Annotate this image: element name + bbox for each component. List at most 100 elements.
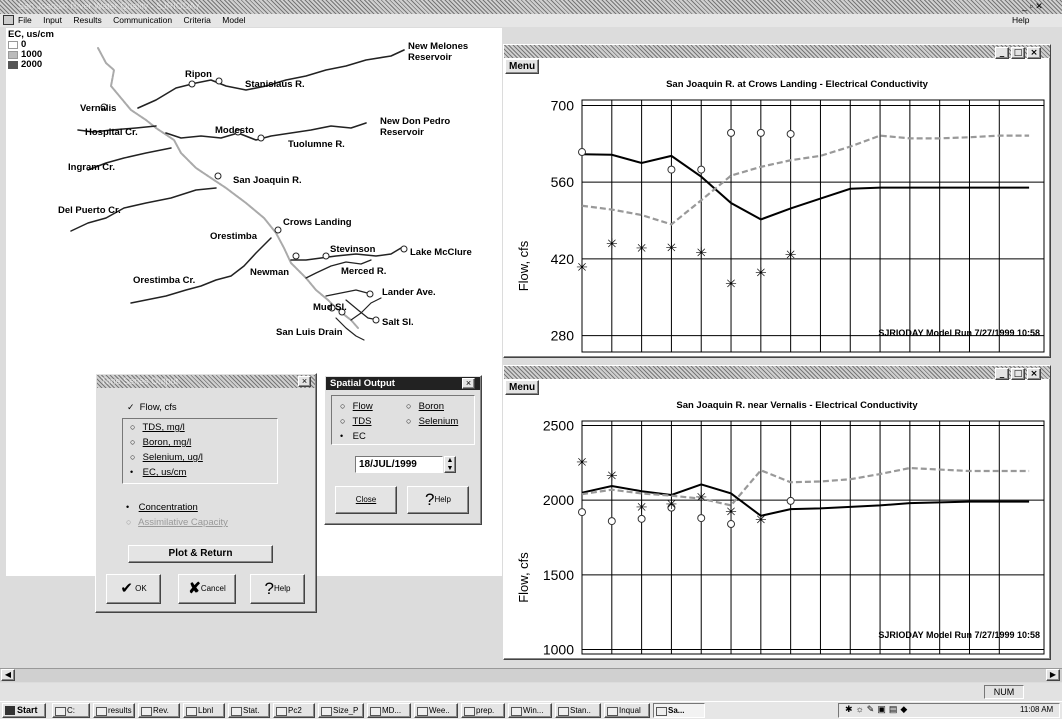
chart-title: San Joaquin R. at Crows Landing - Electr… [666, 79, 929, 90]
option-flow[interactable]: ✓ Flow, cfs [127, 402, 177, 413]
data-point-star: ✳ [695, 245, 707, 261]
windows-logo-icon [5, 706, 15, 715]
menu-model[interactable]: Model [222, 15, 245, 25]
spatial-close-x-button[interactable]: × [462, 378, 475, 389]
radio-icon: ○ [340, 401, 346, 411]
spatial-ec-label: EC [352, 431, 366, 442]
chart2-close-button[interactable]: × [1027, 368, 1041, 380]
task-2[interactable]: Rev. [138, 703, 180, 718]
menu-help[interactable]: Help [1012, 15, 1029, 25]
map-label-vernalis: Vernalis [80, 103, 117, 114]
task-0[interactable]: C: [52, 703, 90, 718]
option-selenium[interactable]: ○ Selenium, ug/l [130, 452, 203, 463]
chart1-maximize-button[interactable]: □ [1011, 47, 1025, 59]
plot-return-button[interactable]: Plot & Return [128, 545, 273, 563]
y-axis-label: Flow, cfs [516, 552, 531, 603]
task-11[interactable]: Stan.. [555, 703, 601, 718]
task-6[interactable]: Size_P [318, 703, 364, 718]
app-title: San Joaquin River Water Quality - SJRIOD… [18, 1, 201, 11]
data-point-star: ✳ [725, 504, 737, 520]
horizontal-scrollbar[interactable] [0, 668, 1062, 682]
task-12[interactable]: Inqual [604, 703, 650, 718]
map-label-newman: Newman [250, 267, 290, 278]
chart1-title-bar[interactable] [504, 45, 1050, 58]
data-point-star: ✳ [606, 469, 618, 485]
map-label-lander-ave: Lander Ave. [382, 287, 436, 298]
chart1-close-button[interactable]: × [1027, 47, 1041, 59]
spin-up-icon[interactable]: ▲ [447, 457, 454, 464]
map-label-new-melones: New Melones Reservoir [408, 41, 469, 63]
chart-title: San Joaquin R. near Vernalis - Electrica… [676, 400, 918, 411]
task-1[interactable]: results [93, 703, 135, 718]
spatial-option-ec[interactable]: • EC [340, 431, 366, 442]
option-tds[interactable]: ○ TDS, mg/l [130, 422, 185, 433]
map-label-crows-landing: Crows Landing [283, 217, 352, 228]
model-run-note: SJRIODAY Model Run 7/27/1999 10:58 [878, 630, 1040, 640]
chart1-controls[interactable]: _ □ × [995, 45, 1047, 59]
task-4[interactable]: Stat. [228, 703, 270, 718]
data-point-circle [786, 496, 795, 505]
task-7[interactable]: MD... [367, 703, 411, 718]
menu-file[interactable]: File [18, 15, 32, 25]
menu-communication[interactable]: Communication [113, 15, 172, 25]
menu-criteria[interactable]: Criteria [184, 15, 211, 25]
option-assimilative-capacity[interactable]: ○ Assimilative Capacity [126, 517, 228, 528]
ok-button[interactable]: ✔ OK [106, 574, 161, 604]
task-10[interactable]: Win... [508, 703, 552, 718]
spatial-help-button[interactable]: ?Help [407, 486, 469, 514]
data-point-star: ✳ [725, 277, 737, 293]
spatial-close-button[interactable]: Close [335, 486, 397, 514]
option-selenium-label: Selenium, ug/l [142, 452, 203, 463]
y-tick-label: 1500 [543, 567, 574, 583]
data-point-star: ✳ [666, 497, 678, 513]
task-13[interactable]: Sa... [653, 703, 705, 718]
start-button[interactable]: Start [2, 703, 46, 718]
radio-selected-icon: • [130, 467, 134, 477]
data-point-circle [756, 128, 765, 137]
task-5[interactable]: Pc2 [273, 703, 315, 718]
map-label-orestimba: Orestimba [210, 231, 257, 242]
map-label-san-luis-drain: San Luis Drain [276, 327, 343, 338]
scroll-left-button[interactable]: ◀ [1, 669, 15, 681]
chart2-title-bar[interactable] [504, 366, 1050, 379]
spin-down-icon[interactable]: ▼ [447, 465, 454, 472]
option-boron-label: Boron, mg/l [142, 437, 192, 448]
help-button[interactable]: ?Help [250, 574, 305, 604]
option-boron[interactable]: ○ Boron, mg/l [130, 437, 191, 448]
scroll-right-button[interactable]: ▶ [1046, 669, 1060, 681]
model-run-note: SJRIODAY Model Run 7/27/1999 10:58 [878, 328, 1040, 338]
option-concentration[interactable]: • Concentration [126, 502, 198, 513]
tray-icons[interactable]: ✱☼✎▣▤◆ [845, 704, 910, 715]
chart2-minimize-button[interactable]: _ [995, 368, 1009, 380]
y-tick-label: 2000 [543, 492, 574, 508]
spatial-tds-label: TDS [352, 416, 372, 427]
time-series-title: Time Series Output [101, 376, 179, 386]
data-point-star: ✳ [576, 260, 588, 276]
spatial-option-boron[interactable]: ○ Boron [406, 401, 444, 412]
app-controls[interactable]: _ ▫ ✕ [1022, 1, 1043, 12]
task-8[interactable]: Wee.. [414, 703, 458, 718]
time-series-close-button[interactable]: × [298, 376, 311, 387]
spatial-option-flow[interactable]: ○ Flow [340, 401, 373, 412]
menu-results[interactable]: Results [73, 15, 101, 25]
chart2-maximize-button[interactable]: □ [1011, 368, 1025, 380]
date-field[interactable]: 18/JUL/1999 [355, 456, 443, 473]
chart1-minimize-button[interactable]: _ [995, 47, 1009, 59]
spatial-option-tds[interactable]: ○ TDS [340, 416, 371, 427]
option-ec[interactable]: • EC, us/cm [130, 467, 186, 478]
map-label-stevinson: Stevinson [330, 244, 376, 255]
cancel-button[interactable]: ✘Cancel [178, 574, 236, 604]
chart2-controls[interactable]: _ □ × [995, 366, 1047, 380]
date-spinner[interactable]: ▲ ▼ [444, 456, 456, 473]
y-tick-label: 1000 [543, 642, 574, 658]
task-3[interactable]: Lbnl [183, 703, 225, 718]
option-ec-label: EC, us/cm [142, 467, 187, 478]
data-point-star: ✳ [576, 455, 588, 471]
radio-icon: ○ [130, 437, 136, 447]
data-point-circle [578, 148, 586, 157]
menu-input[interactable]: Input [43, 15, 62, 25]
spatial-selenium-label: Selenium [418, 416, 459, 427]
app-icon[interactable] [3, 15, 14, 25]
task-9[interactable]: prep. [461, 703, 505, 718]
spatial-option-selenium[interactable]: ○ Selenium [406, 416, 458, 427]
